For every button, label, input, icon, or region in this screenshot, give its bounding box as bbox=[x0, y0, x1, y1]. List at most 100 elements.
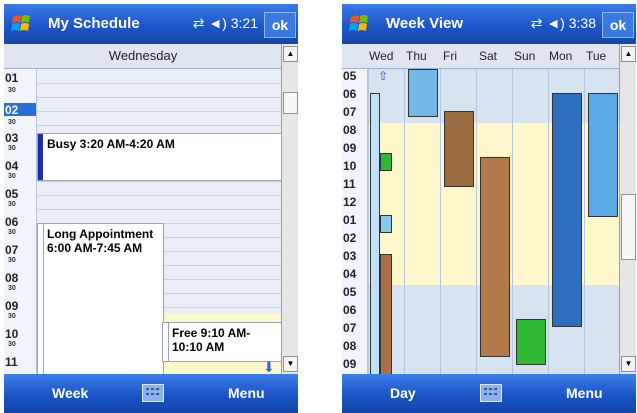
day-name: Wed bbox=[369, 49, 394, 63]
day-column[interactable] bbox=[368, 69, 369, 374]
week-grid[interactable]: ⇧ bbox=[368, 69, 620, 376]
keyboard-icon[interactable] bbox=[480, 384, 502, 402]
hour-label: 11 bbox=[343, 177, 356, 191]
title-bar: Week View ⇄ ◄) 3:38 ok bbox=[342, 4, 636, 44]
day-column[interactable] bbox=[440, 69, 441, 374]
week-view: Week View ⇄ ◄) 3:38 ok Wed Thu Fri Sat S… bbox=[342, 0, 636, 413]
scroll-thumb[interactable] bbox=[621, 194, 636, 260]
wed-brown-appointment[interactable] bbox=[380, 254, 392, 376]
app-title: My Schedule bbox=[48, 15, 140, 32]
hour-label: 08 bbox=[343, 123, 357, 137]
half-hour-label: 30 bbox=[8, 341, 16, 348]
day-column[interactable] bbox=[512, 69, 513, 374]
windows-start-icon[interactable] bbox=[348, 12, 374, 36]
day-name: Thu bbox=[406, 49, 427, 63]
fri-appointment[interactable] bbox=[444, 111, 474, 187]
day-calendar[interactable]: Wednesday 01 30 02 30 03 30 04 30 05 30 … bbox=[4, 44, 298, 376]
week-header: Wed Thu Fri Sat Sun Mon Tue bbox=[342, 44, 620, 69]
hour-label: 09 bbox=[343, 141, 357, 155]
menu-softkey[interactable]: Menu bbox=[228, 385, 265, 401]
wed-green-appointment[interactable] bbox=[380, 153, 392, 171]
vertical-scrollbar[interactable]: ▲ ▼ bbox=[281, 44, 298, 374]
appointment-free[interactable]: Free 9:10 AM-10:10 AM bbox=[162, 322, 284, 362]
hour-label: 04 bbox=[343, 267, 357, 281]
status-area[interactable]: ⇄ ◄) 3:38 bbox=[531, 15, 596, 32]
appointment-long[interactable]: Long Appointment 6:00 AM-7:45 AM bbox=[37, 223, 164, 376]
ok-button[interactable]: ok bbox=[602, 12, 634, 38]
hour-label: 02 bbox=[5, 103, 19, 117]
status-bar bbox=[38, 224, 44, 375]
hour-label: 01 bbox=[5, 71, 19, 85]
clock-time[interactable]: 3:38 bbox=[569, 15, 596, 31]
scroll-up-icon[interactable]: ▲ bbox=[621, 46, 636, 62]
status-area[interactable]: ⇄ ◄) 3:21 bbox=[193, 15, 258, 32]
sun-appointment[interactable] bbox=[516, 319, 546, 365]
hour-label: 07 bbox=[343, 321, 357, 335]
app-title: Week View bbox=[386, 15, 463, 32]
half-hour-label: 30 bbox=[8, 87, 16, 94]
appointment-text: Free 9:10 AM-10:10 AM bbox=[172, 326, 251, 354]
day-grid[interactable]: Busy 3:20 AM-4:20 AM Long Appointment 6:… bbox=[37, 69, 284, 376]
grid-line bbox=[37, 97, 282, 98]
scroll-down-icon[interactable]: ▼ bbox=[283, 356, 298, 372]
softkey-bar: Day Menu bbox=[342, 374, 636, 413]
hour-label: 06 bbox=[5, 215, 19, 229]
connectivity-icon[interactable]: ⇄ bbox=[531, 15, 543, 31]
softkey-bar: Week Menu bbox=[4, 374, 298, 413]
menu-softkey[interactable]: Menu bbox=[566, 385, 603, 401]
clock-time[interactable]: 3:21 bbox=[231, 15, 258, 31]
day-header: Wednesday bbox=[4, 44, 282, 69]
sat-appointment[interactable] bbox=[480, 157, 510, 357]
hour-label: 10 bbox=[343, 159, 357, 173]
day-column[interactable] bbox=[404, 69, 405, 374]
hour-label: 02 bbox=[343, 231, 357, 245]
scroll-thumb[interactable] bbox=[283, 92, 298, 114]
hour-label: 04 bbox=[5, 159, 19, 173]
mon-appointment[interactable] bbox=[552, 93, 582, 327]
busy-status-bar bbox=[38, 134, 43, 180]
day-column[interactable] bbox=[584, 69, 585, 374]
more-above-arrow-icon[interactable]: ⇧ bbox=[378, 69, 388, 83]
scroll-down-icon[interactable]: ▼ bbox=[621, 356, 636, 372]
hour-label: 12 bbox=[343, 195, 357, 209]
windows-start-icon[interactable] bbox=[10, 12, 36, 36]
connectivity-icon[interactable]: ⇄ bbox=[193, 15, 205, 31]
appointment-busy[interactable]: Busy 3:20 AM-4:20 AM bbox=[37, 133, 284, 181]
keyboard-icon[interactable] bbox=[142, 384, 164, 402]
grid-line bbox=[37, 83, 282, 84]
hour-label: 03 bbox=[5, 131, 19, 145]
hour-label: 09 bbox=[5, 299, 19, 313]
time-column: 05 06 07 08 09 10 11 12 01 02 03 04 05 0… bbox=[342, 69, 368, 374]
vertical-scrollbar[interactable]: ▲ ▼ bbox=[619, 44, 636, 374]
day-name: Tue bbox=[586, 49, 607, 63]
thu-appointment[interactable] bbox=[408, 69, 438, 117]
grid-line bbox=[37, 195, 282, 196]
day-name: Fri bbox=[443, 49, 457, 63]
week-calendar[interactable]: Wed Thu Fri Sat Sun Mon Tue 05 06 07 08 … bbox=[342, 44, 636, 376]
scroll-up-icon[interactable]: ▲ bbox=[283, 46, 298, 62]
appointment-text: Long Appointment 6:00 AM-7:45 AM bbox=[47, 227, 154, 255]
hour-label: 01 bbox=[343, 213, 357, 227]
day-column[interactable] bbox=[476, 69, 477, 374]
week-softkey[interactable]: Week bbox=[52, 385, 88, 401]
half-hour-label: 30 bbox=[8, 145, 16, 152]
day-softkey[interactable]: Day bbox=[390, 385, 416, 401]
volume-icon[interactable]: ◄) bbox=[208, 15, 227, 31]
wed-blue-appointment[interactable] bbox=[380, 215, 392, 233]
ok-button[interactable]: ok bbox=[264, 12, 296, 38]
hour-label: 10 bbox=[5, 327, 19, 341]
hour-label: 08 bbox=[5, 271, 19, 285]
day-column[interactable] bbox=[548, 69, 549, 374]
day-name: Mon bbox=[549, 49, 573, 63]
appointment-text: Busy 3:20 AM-4:20 AM bbox=[47, 137, 175, 151]
volume-icon[interactable]: ◄) bbox=[546, 15, 565, 31]
hour-label: 07 bbox=[343, 105, 357, 119]
hour-label: 05 bbox=[5, 187, 19, 201]
half-hour-label: 30 bbox=[8, 313, 16, 320]
tue-appointment[interactable] bbox=[588, 93, 618, 217]
wed-all-day-block[interactable] bbox=[370, 93, 380, 376]
title-bar: My Schedule ⇄ ◄) 3:21 ok bbox=[4, 4, 298, 44]
hour-label: 11 bbox=[5, 355, 18, 369]
hour-label: 05 bbox=[343, 69, 357, 83]
day-name: Sat bbox=[479, 49, 498, 63]
